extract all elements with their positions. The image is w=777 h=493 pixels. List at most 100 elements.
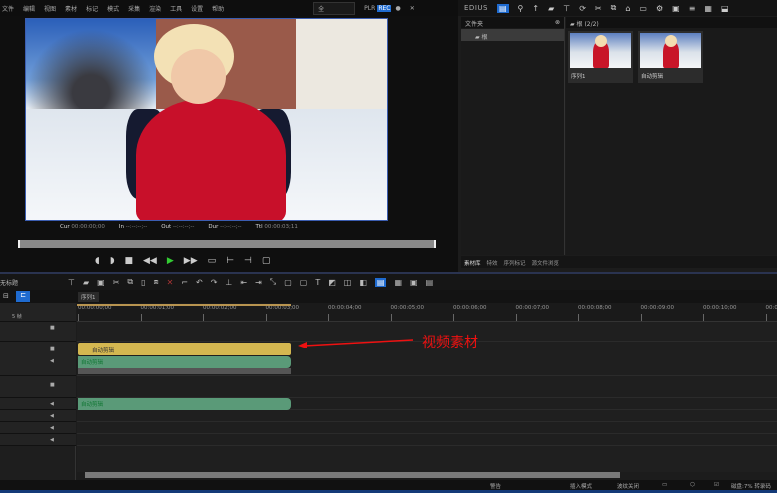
speaker-icon[interactable]: ◀: [50, 437, 54, 443]
cut-icon[interactable]: ✂: [113, 278, 120, 287]
ripple-icon[interactable]: ⌐: [181, 278, 188, 287]
track-header-t[interactable]: ■: [0, 376, 76, 398]
sync-icon[interactable]: ▦: [394, 278, 402, 287]
in-point-icon[interactable]: ⇤: [240, 278, 247, 287]
cut-icon[interactable]: ✂: [595, 4, 602, 13]
folder-icon[interactable]: ▰: [548, 4, 554, 13]
set-out-icon[interactable]: ◗: [110, 256, 115, 266]
export-icon[interactable]: ⬓: [721, 4, 729, 13]
menu-render[interactable]: 渲染: [149, 4, 161, 13]
audio-icon[interactable]: ▢: [300, 278, 308, 287]
set-in-icon[interactable]: ◖: [95, 256, 100, 266]
menu-capture[interactable]: 采集: [128, 4, 140, 13]
tab-markers[interactable]: 序列标记: [504, 259, 526, 267]
visibility-icon[interactable]: ■: [50, 325, 55, 331]
timeline-scrollbar[interactable]: [85, 472, 620, 478]
save-icon[interactable]: ▣: [97, 278, 105, 287]
speaker-icon[interactable]: ◀: [50, 358, 54, 364]
group-icon[interactable]: ▤: [426, 278, 434, 287]
speaker-icon[interactable]: ◀: [50, 425, 54, 431]
play-icon[interactable]: ▶: [167, 256, 174, 266]
status-ripple[interactable]: 波纹关闭: [617, 482, 639, 490]
render-icon[interactable]: ◩: [328, 278, 336, 287]
track-header-a2[interactable]: ◀: [0, 410, 76, 422]
properties-icon[interactable]: ⚙: [656, 4, 663, 13]
link-icon[interactable]: ▣: [410, 278, 418, 287]
snap-icon[interactable]: ▤: [374, 277, 387, 287]
delete-icon[interactable]: ⌂: [625, 4, 630, 13]
loop-icon[interactable]: ▭: [208, 256, 217, 266]
overwrite-icon[interactable]: ⊣: [244, 256, 252, 266]
copy-icon[interactable]: ⧉: [611, 3, 617, 13]
tab-effects[interactable]: 特效: [487, 259, 498, 267]
close-icon[interactable]: ⊗: [555, 19, 560, 26]
menu-help[interactable]: 帮助: [212, 4, 224, 13]
track-scale[interactable]: 5 帧: [12, 313, 22, 320]
track-header-a3[interactable]: ◀: [0, 422, 76, 434]
track-mode-icon[interactable]: ⊟: [3, 292, 9, 300]
menu-clip[interactable]: 素材: [65, 4, 77, 13]
bin-clip[interactable]: 自动剪辑: [638, 31, 703, 83]
tab-sequence[interactable]: 序列1: [78, 292, 99, 302]
paste-icon[interactable]: ▯: [141, 278, 145, 287]
menu-file[interactable]: 文件: [2, 4, 14, 13]
plr-button[interactable]: PLR: [364, 5, 375, 12]
track-header-va[interactable]: ■ ◀: [0, 342, 76, 376]
preview-selector[interactable]: 全: [313, 1, 356, 15]
menu-tools[interactable]: 工具: [170, 4, 182, 13]
menu-view[interactable]: 视图: [44, 4, 56, 13]
sync-mode-button[interactable]: ⊏: [16, 291, 30, 302]
marker-icon[interactable]: ⤡: [270, 277, 276, 287]
export-icon[interactable]: ◧: [359, 278, 367, 287]
delete-icon[interactable]: ✕: [167, 278, 174, 287]
monitor-icon[interactable]: ▭: [662, 482, 667, 488]
up-icon[interactable]: ↑: [532, 4, 539, 13]
shield-icon[interactable]: ⬡: [690, 482, 695, 488]
redo-icon[interactable]: ↷: [211, 278, 218, 287]
replace-icon[interactable]: ⧈: [154, 277, 159, 287]
split-icon[interactable]: ⊥: [225, 278, 232, 287]
mixer-icon[interactable]: ▢: [284, 278, 292, 287]
title-icon[interactable]: T: [315, 278, 320, 287]
video-clip[interactable]: 自动剪辑: [78, 343, 291, 355]
out-point-icon[interactable]: ⇥: [255, 278, 262, 287]
clip-icon[interactable]: ▣: [672, 4, 680, 13]
menu-mode[interactable]: 模式: [107, 4, 119, 13]
rewind-icon[interactable]: ◀◀: [143, 256, 157, 266]
menu-settings[interactable]: 设置: [191, 4, 203, 13]
tab-bin[interactable]: 素材库: [464, 259, 481, 267]
stop-icon[interactable]: ■: [125, 256, 134, 266]
visibility-icon[interactable]: ■: [50, 346, 55, 352]
new-sequence-icon[interactable]: ⊤: [68, 278, 75, 287]
add-icon[interactable]: ⊤: [563, 4, 570, 13]
close-icon[interactable]: ✕: [410, 5, 415, 12]
audio-clip[interactable]: 自动剪辑: [78, 398, 291, 410]
copy-icon[interactable]: ⧉: [127, 277, 133, 287]
track-header-v[interactable]: ■: [0, 322, 76, 342]
folder-root-item[interactable]: ▰ 根: [461, 29, 564, 41]
audio-clip[interactable]: 自动剪辑: [78, 356, 291, 368]
bin-icon[interactable]: ▤: [496, 3, 509, 13]
minimize-icon[interactable]: ●: [395, 5, 400, 12]
insert-icon[interactable]: ⊢: [226, 256, 234, 266]
status-mode[interactable]: 插入模式: [570, 482, 592, 490]
trim-icon[interactable]: ◫: [344, 278, 352, 287]
track-header-a1[interactable]: ◀: [0, 398, 76, 410]
export-icon[interactable]: ▢: [262, 256, 271, 266]
visibility-icon[interactable]: ■: [50, 382, 55, 388]
monitor-icon[interactable]: ▭: [639, 4, 647, 13]
list-view-icon[interactable]: ≡: [689, 4, 696, 13]
refresh-icon[interactable]: ⟳: [579, 4, 586, 13]
tab-source-browser[interactable]: 源文件浏览: [532, 259, 560, 267]
status-warning[interactable]: 警告: [490, 482, 501, 490]
check-icon[interactable]: ☑: [714, 482, 719, 488]
undo-icon[interactable]: ↶: [196, 278, 203, 287]
fast-forward-icon[interactable]: ▶▶: [184, 256, 198, 266]
position-slider[interactable]: [18, 240, 436, 248]
track-header-a4[interactable]: ◀: [0, 434, 76, 446]
search-icon[interactable]: ⚲: [518, 4, 524, 13]
speaker-icon[interactable]: ◀: [50, 401, 54, 407]
open-icon[interactable]: ▰: [83, 278, 89, 287]
speaker-icon[interactable]: ◀: [50, 413, 54, 419]
grid-view-icon[interactable]: ▦: [704, 4, 712, 13]
